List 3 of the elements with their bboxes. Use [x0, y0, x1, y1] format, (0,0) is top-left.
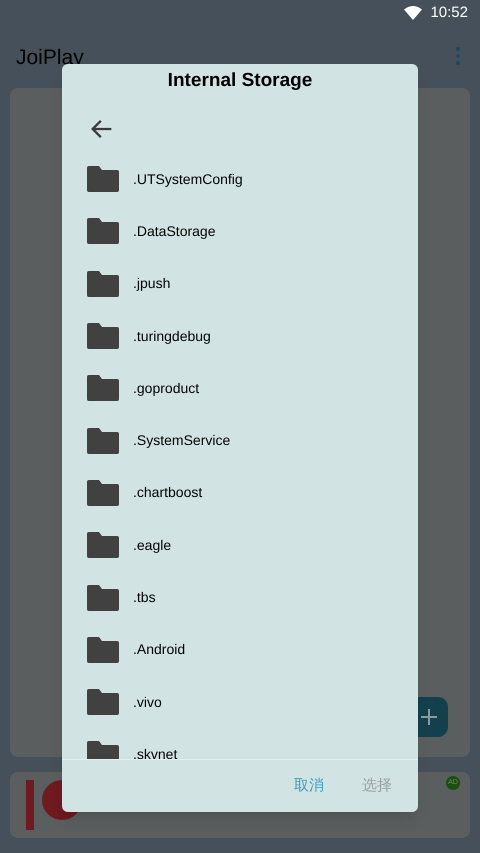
- clock: 10:52: [430, 2, 468, 23]
- app-title: JoiPlay: [16, 44, 84, 71]
- dialog-title: Internal Storage: [166, 69, 314, 93]
